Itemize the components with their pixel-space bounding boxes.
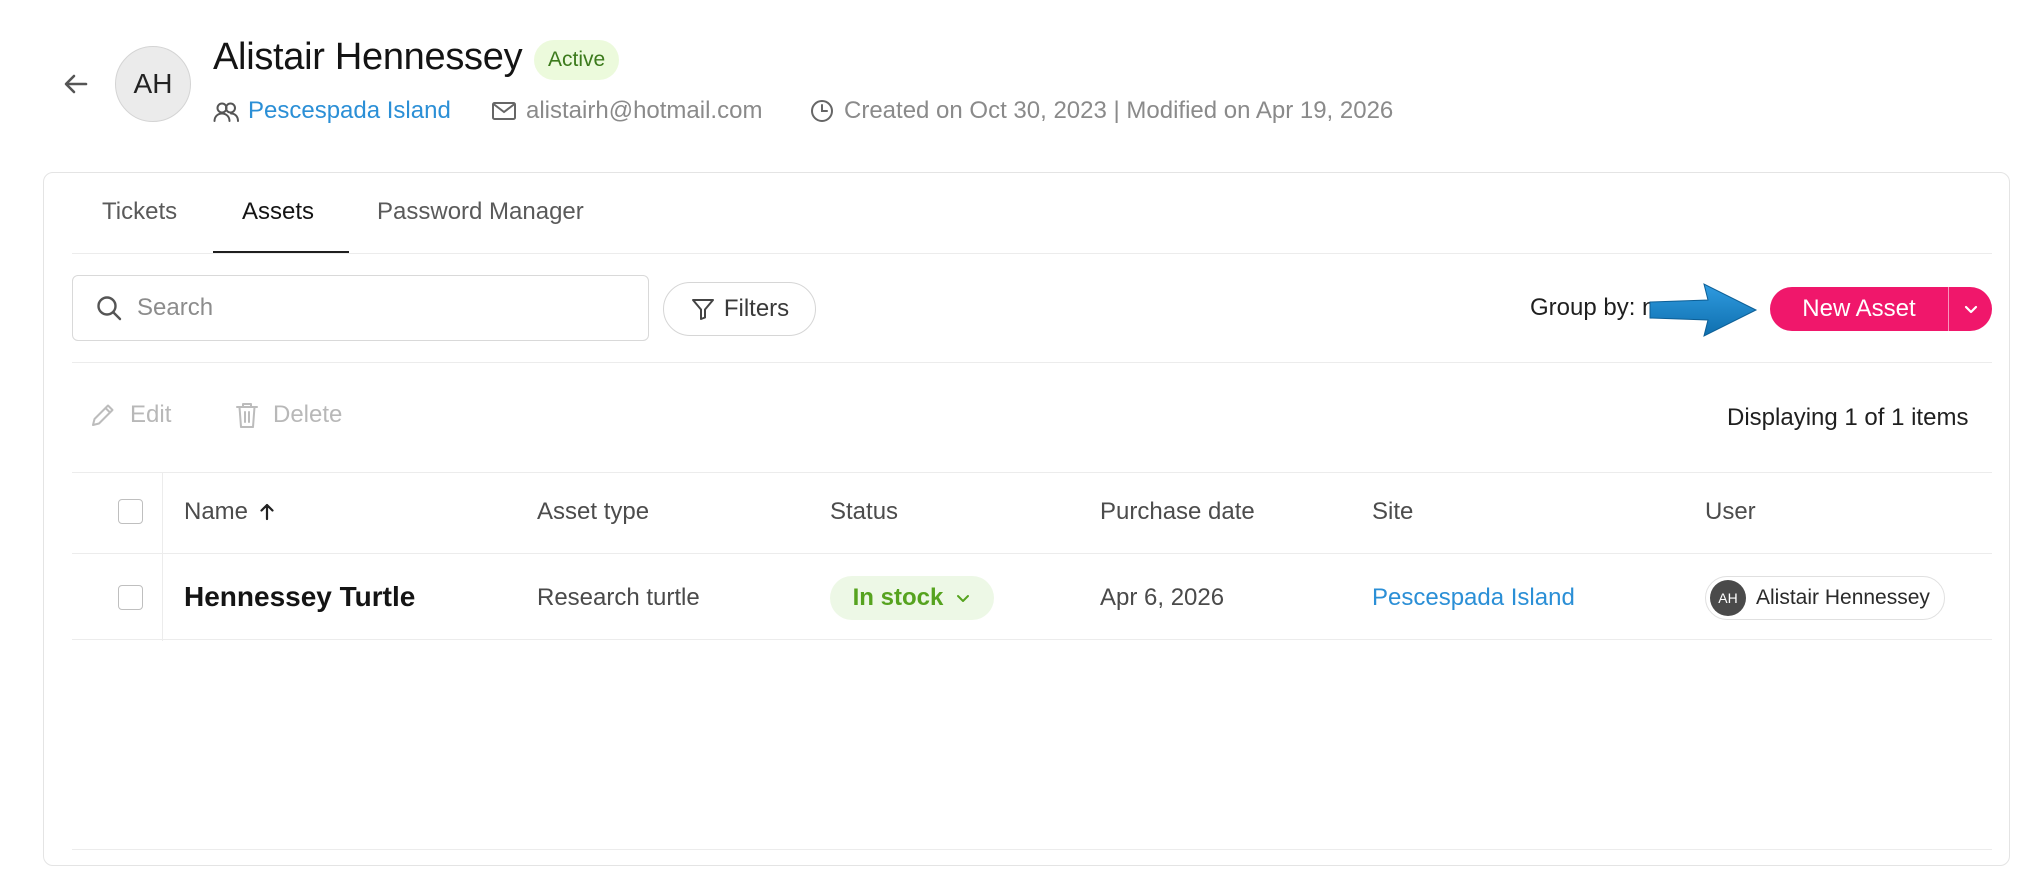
dates-info: Created on Oct 30, 2023 | Modified on Ap…	[808, 96, 1393, 126]
column-header-name[interactable]: Name	[184, 498, 276, 526]
chevron-down-icon	[1964, 305, 1977, 314]
item-count: Displaying 1 of 1 items	[1727, 404, 1969, 431]
column-header-purchase-date[interactable]: Purchase date	[1100, 498, 1255, 526]
email-text: alistairh@hotmail.com	[526, 97, 763, 124]
sort-ascending-icon	[260, 503, 274, 521]
new-asset-split-button: New Asset	[1770, 287, 1992, 331]
avatar: AH	[115, 46, 191, 122]
tab-tickets[interactable]: Tickets	[102, 198, 177, 226]
user-chip[interactable]: AH Alistair Hennessey	[1705, 576, 1945, 620]
search-icon	[97, 296, 122, 321]
mail-icon	[492, 102, 516, 120]
arrow-left-icon	[64, 74, 88, 94]
status-badge: Active	[534, 40, 620, 80]
site-link[interactable]: Pescespada Island	[1372, 584, 1575, 612]
asset-type-cell: Research turtle	[537, 584, 700, 611]
divider	[72, 362, 1992, 363]
tab-assets[interactable]: Assets	[242, 198, 314, 226]
divider	[72, 472, 1992, 473]
tab-password-manager[interactable]: Password Manager	[377, 198, 584, 226]
column-separator	[162, 473, 163, 641]
edit-label: Edit	[130, 401, 172, 428]
chevron-down-icon	[957, 595, 970, 602]
delete-button[interactable]: Delete	[233, 400, 342, 430]
asset-name-link[interactable]: Hennessey Turtle	[184, 581, 415, 613]
divider	[72, 849, 1992, 850]
column-header-user[interactable]: User	[1705, 498, 1756, 526]
email-info: alistairh@hotmail.com	[490, 96, 762, 126]
new-asset-button[interactable]: New Asset	[1770, 287, 1949, 331]
divider	[72, 639, 1992, 640]
column-header-site[interactable]: Site	[1372, 498, 1413, 526]
annotation-arrow-icon	[1649, 283, 1758, 337]
page-title: Alistair Hennessey	[213, 36, 523, 78]
search-input[interactable]	[135, 293, 619, 323]
status-dropdown[interactable]: In stock	[830, 576, 994, 620]
row-checkbox[interactable]	[118, 585, 143, 610]
filters-button[interactable]: Filters	[663, 282, 816, 336]
status-label: In stock	[852, 584, 944, 611]
column-header-asset-type[interactable]: Asset type	[537, 498, 649, 526]
purchase-date-cell: Apr 6, 2026	[1100, 584, 1225, 611]
divider	[72, 253, 1992, 254]
column-header-status[interactable]: Status	[830, 498, 898, 526]
users-icon	[213, 102, 239, 122]
column-header-label: Name	[184, 498, 249, 525]
group-by-selector[interactable]: Group by: n	[1530, 294, 1655, 322]
filters-label: Filters	[723, 295, 790, 322]
pencil-icon	[92, 404, 114, 426]
back-button[interactable]	[60, 68, 92, 100]
select-all-checkbox[interactable]	[118, 499, 143, 524]
dates-text: Created on Oct 30, 2023 | Modified on Ap…	[844, 97, 1394, 124]
trash-icon	[236, 403, 258, 428]
avatar: AH	[1710, 580, 1746, 616]
new-asset-dropdown-button[interactable]	[1949, 287, 1992, 331]
group-link-label: Pescespada Island	[248, 97, 451, 124]
clock-icon	[811, 100, 833, 122]
edit-button[interactable]: Edit	[88, 400, 171, 430]
filter-icon	[691, 299, 714, 320]
group-link[interactable]: Pescespada Island	[212, 96, 451, 126]
divider	[72, 553, 1992, 554]
search-box[interactable]	[72, 275, 649, 341]
delete-label: Delete	[273, 401, 343, 428]
user-name: Alistair Hennessey	[1756, 586, 1930, 609]
